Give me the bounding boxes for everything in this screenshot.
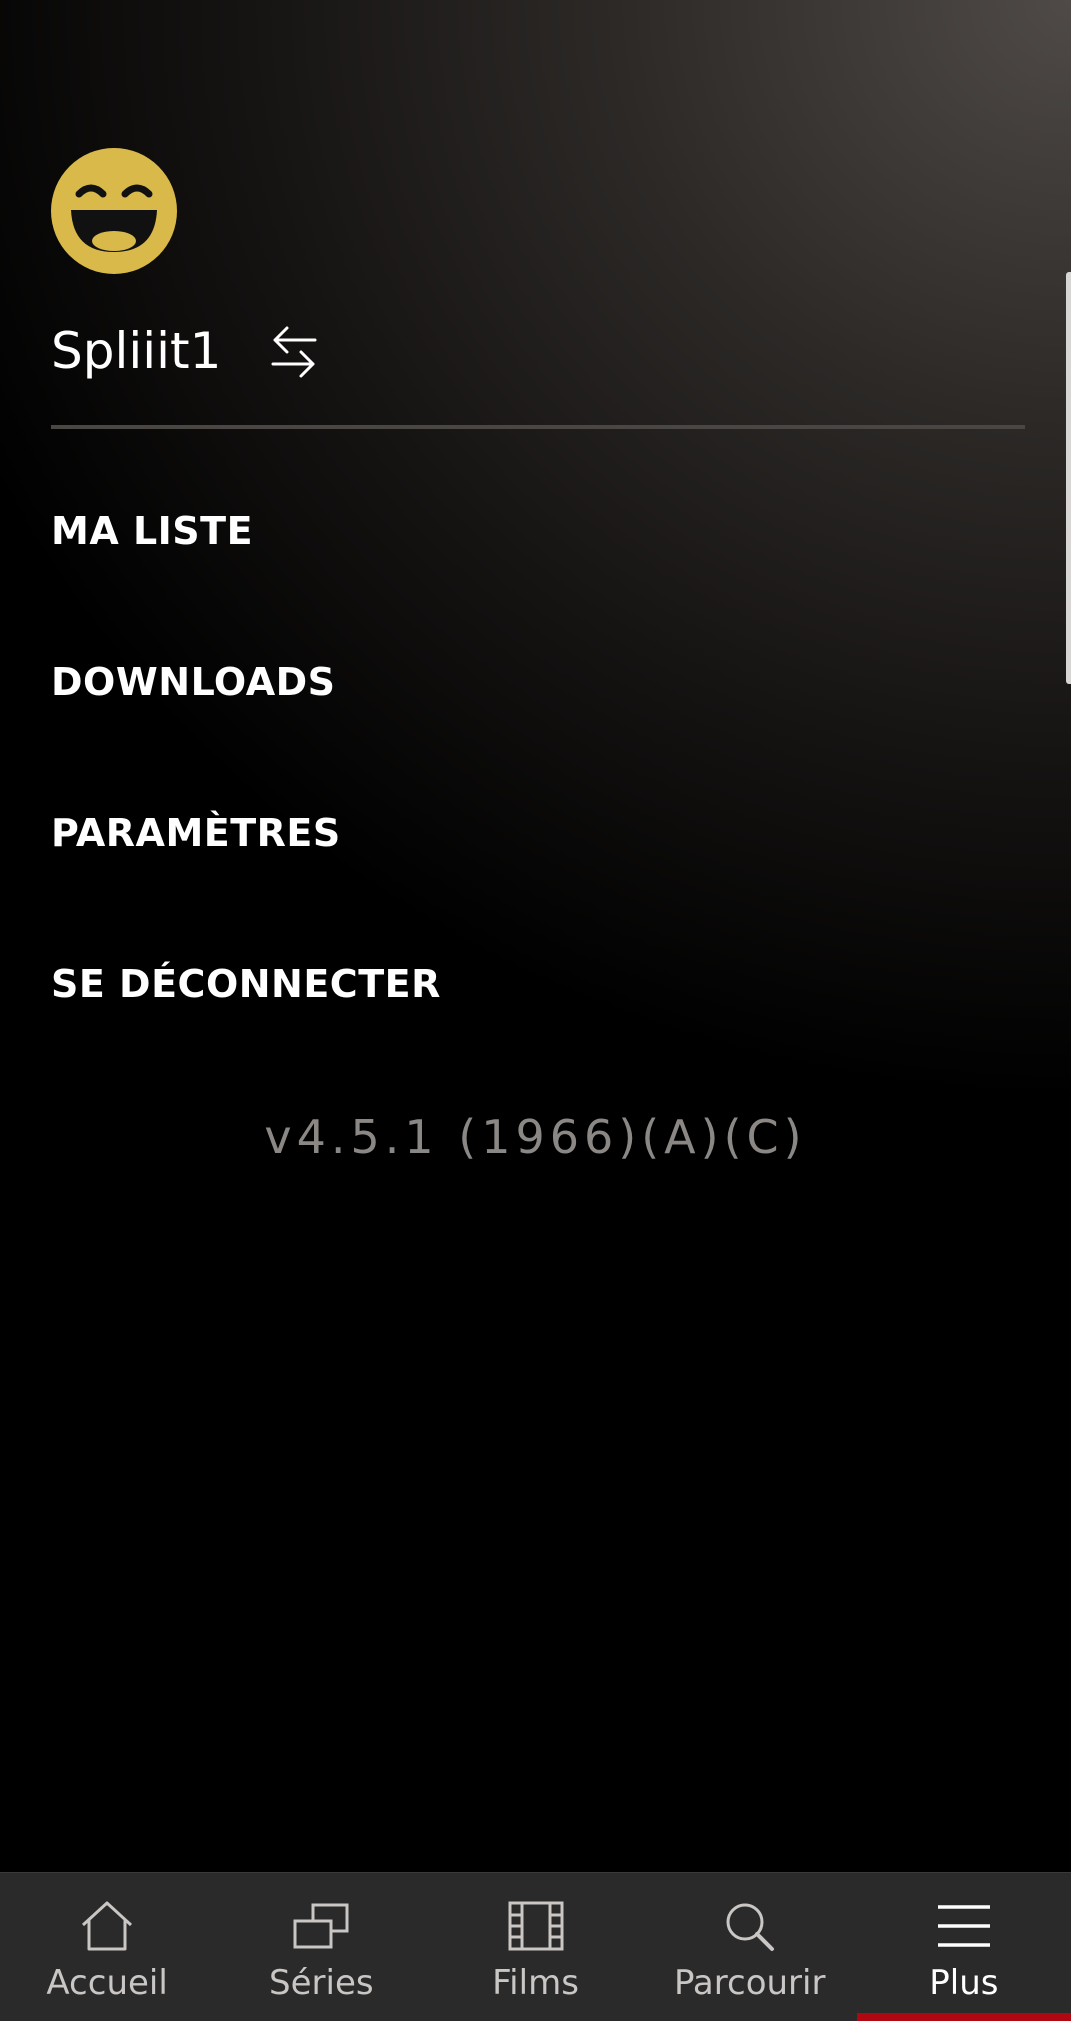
tab-label: Films xyxy=(492,1963,579,2003)
film-icon xyxy=(508,1901,563,1951)
search-icon xyxy=(726,1903,774,1951)
menu-item-logout[interactable]: SE DÉCONNECTER xyxy=(51,908,951,1059)
home-icon xyxy=(82,1901,133,1951)
more-screen: Spliiit1 MA LISTE DOWNLOADS PARAMÈTRES S… xyxy=(0,0,1071,2021)
active-tab-indicator xyxy=(856,2013,1071,2021)
bottom-tab-bar: Accueil Séries Films Parcourir Plus xyxy=(0,1872,1071,2021)
menu-item-my-list[interactable]: MA LISTE xyxy=(51,455,951,606)
profile-row[interactable]: Spliiit1 xyxy=(51,318,319,384)
menu-icon xyxy=(937,1905,990,1947)
menu-item-settings[interactable]: PARAMÈTRES xyxy=(51,757,951,908)
more-menu: MA LISTE DOWNLOADS PARAMÈTRES SE DÉCONNE… xyxy=(51,455,951,1059)
series-icon xyxy=(293,1903,349,1949)
profile-name: Spliiit1 xyxy=(51,322,222,380)
tab-series[interactable]: Séries xyxy=(214,1873,428,2021)
tab-label: Parcourir xyxy=(673,1963,826,2003)
tab-films[interactable]: Films xyxy=(428,1873,642,2021)
scrollbar[interactable] xyxy=(1066,272,1071,684)
menu-item-label: PARAMÈTRES xyxy=(51,810,341,855)
divider xyxy=(51,425,1025,429)
tab-home[interactable]: Accueil xyxy=(0,1873,214,2021)
tab-browse[interactable]: Parcourir xyxy=(643,1873,857,2021)
laughing-face-icon[interactable] xyxy=(51,148,177,274)
menu-item-label: DOWNLOADS xyxy=(51,659,336,704)
tab-label: Séries xyxy=(269,1963,374,2003)
tab-label: Plus xyxy=(929,1963,999,2003)
menu-item-label: SE DÉCONNECTER xyxy=(51,961,441,1006)
menu-item-label: MA LISTE xyxy=(51,508,254,553)
switch-profile-icon[interactable] xyxy=(269,320,319,382)
tab-more[interactable]: Plus xyxy=(856,1873,1071,2021)
app-version: v4.5.1 (1966)(A)(C) xyxy=(264,1110,807,1164)
tab-label: Accueil xyxy=(46,1963,168,2003)
menu-item-downloads[interactable]: DOWNLOADS xyxy=(51,606,951,757)
